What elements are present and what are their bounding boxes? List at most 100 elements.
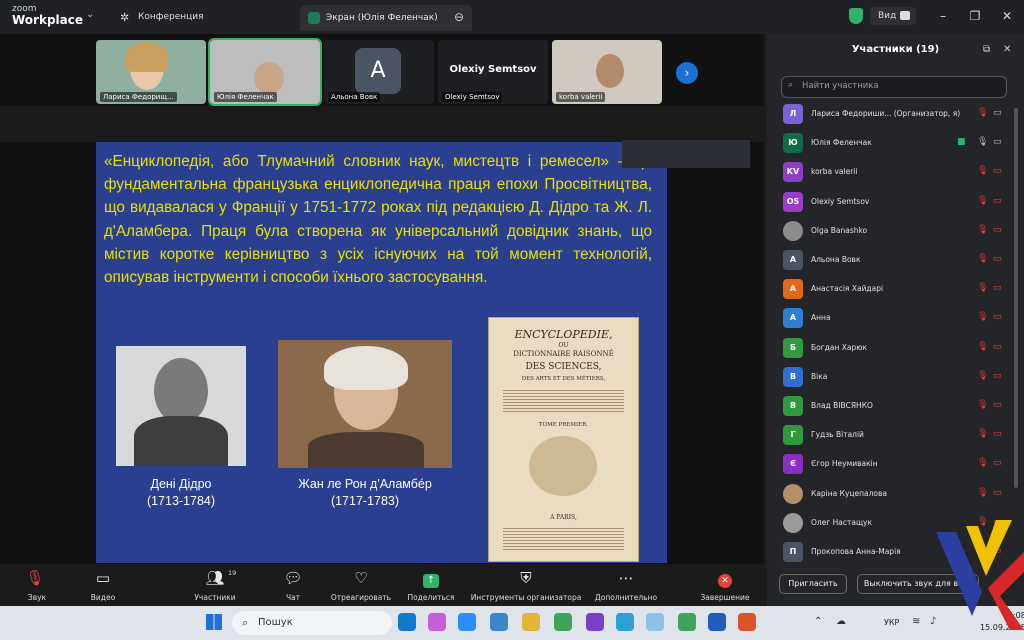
taskbar-search-label: Пошук bbox=[258, 617, 293, 628]
chrome2-icon[interactable] bbox=[678, 613, 696, 631]
windows-taskbar: ⌕ Пошук ⌃ ☁ УКР ≋ ♪ 15:08 15.09.2025 bbox=[0, 606, 1024, 640]
participant-hair bbox=[126, 42, 168, 72]
thumbnail-name: Olexiy Semtsov bbox=[442, 92, 503, 102]
video-thumbnail[interactable]: Лариса Федорищ... bbox=[96, 40, 206, 104]
people-icon: 👥︎ bbox=[205, 569, 225, 587]
participant-row[interactable]: А Альона Вовк 🎙︎ ▭ bbox=[781, 250, 1011, 272]
search-icon: ⌕ bbox=[788, 80, 794, 90]
close-panel-icon[interactable]: ✕ bbox=[1003, 44, 1011, 55]
search-icon: ⌕ bbox=[242, 616, 249, 629]
minimize-circle-icon[interactable]: ⊖ bbox=[454, 10, 464, 24]
participant-search-input[interactable]: ⌕ Найти участника bbox=[781, 76, 1007, 98]
edge-icon[interactable] bbox=[398, 613, 416, 631]
camera-off-icon: ▭ bbox=[993, 254, 1002, 264]
avatar: А bbox=[783, 308, 803, 329]
copilot-icon[interactable] bbox=[428, 613, 446, 631]
participant-name: Лариса Федориши... (Организатор, я) bbox=[811, 109, 961, 118]
avatar: Л bbox=[783, 104, 803, 124]
share-label: Поделиться bbox=[407, 593, 455, 602]
participant-row[interactable]: В Віка 🎙︎ ▭ bbox=[781, 366, 1011, 389]
thumbnail-name: Юлія Феленчак bbox=[214, 92, 277, 102]
participant-big-label: Olexiy Semtsov bbox=[449, 64, 537, 75]
end-button[interactable]: ✕ Завершение bbox=[690, 567, 760, 602]
mic-off-icon: 🎙︎ bbox=[977, 370, 989, 381]
panel-scrollbar[interactable] bbox=[1014, 108, 1018, 488]
participant-face bbox=[254, 62, 284, 94]
mic-off-icon: 🎙︎ bbox=[977, 458, 989, 469]
tab-screen-share[interactable]: Экран (Юлія Феленчак) ⊖ bbox=[300, 5, 472, 31]
react-button[interactable]: ♡ Отреагировать bbox=[326, 567, 396, 602]
language-indicator[interactable]: УКР bbox=[884, 618, 899, 627]
avatar: А bbox=[783, 279, 803, 300]
participant-row[interactable]: А Анастасія Хайдарі 🎙︎ ▭ bbox=[781, 279, 1011, 301]
zoom-icon[interactable] bbox=[458, 613, 476, 631]
more-button[interactable]: ⋯ Дополнительно bbox=[588, 567, 664, 602]
video-button[interactable]: ▭ Видео bbox=[68, 567, 138, 602]
camera-off-icon: ▭ bbox=[993, 312, 1002, 323]
sound-label: Звук bbox=[27, 593, 47, 602]
more-label: Дополнительно bbox=[594, 593, 658, 602]
maximize-icon[interactable]: ❐ bbox=[965, 7, 985, 25]
host-tools-button[interactable]: ⛨ Инструменты организатора bbox=[470, 567, 582, 602]
powerpoint-icon[interactable] bbox=[738, 613, 756, 631]
viber-icon[interactable] bbox=[586, 613, 604, 631]
next-page-button[interactable]: › bbox=[676, 62, 698, 84]
participant-row[interactable]: Л Лариса Федориши... (Организатор, я) 🎙︎ ▭ bbox=[781, 104, 1011, 126]
globe-icon[interactable] bbox=[490, 613, 508, 631]
camera-off-icon: ▭ bbox=[993, 195, 1002, 206]
chevron-down-icon[interactable]: ⌄ bbox=[86, 9, 94, 20]
close-icon[interactable]: ✕ bbox=[997, 7, 1017, 25]
telegram-icon[interactable] bbox=[616, 613, 634, 631]
invite-button[interactable]: Пригласить bbox=[779, 574, 847, 594]
avatar: OS bbox=[783, 191, 803, 212]
word-icon[interactable] bbox=[708, 613, 726, 631]
tab-conference[interactable]: ✲ Конференция bbox=[118, 6, 288, 30]
slide-paragraph: «Енциклопедія, або Тлумачний словник нау… bbox=[104, 153, 652, 287]
end-icon: ✕ bbox=[690, 567, 760, 589]
app-logo: Workplace bbox=[12, 13, 84, 27]
chrome-icon[interactable] bbox=[554, 613, 572, 631]
video-thumbnail-active[interactable]: Юлія Феленчак bbox=[208, 38, 322, 106]
windows-start-icon[interactable] bbox=[206, 614, 222, 630]
participant-name: Олег Настащук bbox=[811, 517, 872, 527]
book-city: A PARIS, bbox=[550, 514, 577, 521]
participant-row[interactable]: Olga Banashko 🎙︎ ▭ bbox=[781, 220, 1011, 243]
participant-row[interactable]: Каріна Куцепалова 🎙︎ ▭ bbox=[781, 483, 1011, 506]
participants-button[interactable]: 👥︎ 19 Участники bbox=[180, 567, 250, 602]
participant-row[interactable]: В Влад ВІВСЯНКО 🎙︎ ▭ bbox=[781, 396, 1011, 418]
tray-chevron-icon[interactable]: ⌃ bbox=[814, 616, 822, 627]
video-thumbnail[interactable]: A Альона Вовк bbox=[324, 40, 434, 104]
taskbar-search[interactable]: ⌕ Пошук bbox=[232, 611, 392, 635]
participant-row[interactable]: А Анна 🎙︎ ▭ bbox=[781, 308, 1011, 330]
wifi-icon[interactable]: ≋ bbox=[912, 616, 920, 627]
participant-row[interactable]: Г Гудзь Віталій 🎙︎ ▭ bbox=[781, 425, 1011, 447]
video-thumbnail[interactable]: Olexiy Semtsov Olexiy Semtsov bbox=[438, 40, 548, 104]
minimize-icon[interactable]: – bbox=[933, 7, 953, 25]
mic-off-icon: 🎙︎ bbox=[977, 108, 989, 118]
encyclopedie-title-page: ENCYCLOPEDIE, OU DICTIONNAIRE RAISONNÉ D… bbox=[488, 317, 639, 562]
share-button[interactable]: ↑ Поделиться bbox=[396, 567, 466, 602]
tab-conference-label: Конференция bbox=[138, 12, 204, 22]
brand-logo bbox=[936, 520, 1024, 630]
cloud-icon[interactable]: ☁ bbox=[836, 616, 846, 627]
popout-icon[interactable]: ⧉ bbox=[983, 44, 990, 55]
book-title: ENCYCLOPEDIE, bbox=[514, 328, 613, 341]
folder-icon[interactable] bbox=[522, 613, 540, 631]
participant-row[interactable]: Б Богдан Харюк 🎙︎ ▭ bbox=[781, 337, 1011, 360]
gallery-icon[interactable] bbox=[646, 613, 664, 631]
participant-row[interactable]: KV korba valerii 🎙︎ ▭ bbox=[781, 162, 1011, 184]
chat-button[interactable]: 💬︎ Чат bbox=[258, 567, 328, 602]
participant-row[interactable]: Є Єгор Неумивакін 🎙︎ ▭ bbox=[781, 454, 1011, 476]
sound-button[interactable]: 🎙︎ Звук bbox=[2, 567, 68, 602]
avatar bbox=[783, 512, 803, 533]
participant-name: Єгор Неумивакін bbox=[811, 459, 878, 469]
participant-row[interactable]: ■ Ю Юлія Феленчак 🎙︎ ▭ bbox=[781, 133, 1011, 155]
thumbnail-name: Альона Вовк bbox=[328, 92, 381, 102]
participant-row[interactable]: OS Olexiy Semtsov 🎙︎ ▭ bbox=[781, 191, 1011, 214]
share-screen-icon: ↑ bbox=[396, 567, 466, 589]
view-button[interactable]: Вид bbox=[870, 7, 916, 25]
camera-off-icon: ▭ bbox=[993, 370, 1002, 381]
avatar bbox=[783, 483, 803, 504]
mic-off-icon: 🎙︎ bbox=[25, 569, 45, 587]
video-thumbnail[interactable]: korba valerii bbox=[552, 40, 662, 104]
